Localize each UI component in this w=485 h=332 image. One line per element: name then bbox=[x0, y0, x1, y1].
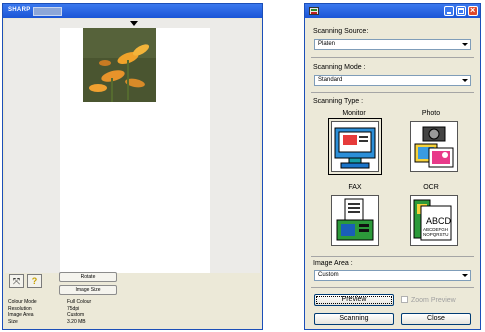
chevron-down-icon bbox=[461, 77, 469, 84]
photo-type-button[interactable] bbox=[410, 121, 458, 172]
fax-icon bbox=[336, 198, 374, 241]
maximize-button[interactable] bbox=[456, 6, 466, 16]
info-label: Size bbox=[8, 318, 18, 325]
fax-caption: FAX bbox=[348, 184, 362, 191]
app-icon bbox=[309, 7, 319, 15]
photo-caption: Photo bbox=[421, 110, 441, 117]
minimize-button[interactable] bbox=[444, 6, 454, 16]
chevron-down-icon bbox=[461, 272, 469, 279]
chevron-down-icon bbox=[461, 41, 469, 48]
scanning-mode-value: Standard bbox=[318, 77, 343, 83]
scanning-source-value: Platen bbox=[318, 41, 336, 47]
monitor-icon bbox=[334, 127, 376, 169]
divider bbox=[311, 287, 474, 288]
divider bbox=[311, 256, 474, 257]
image-area-label: Image Area : bbox=[313, 260, 353, 267]
position-marker-icon bbox=[130, 21, 138, 26]
divider bbox=[311, 57, 474, 58]
scanning-source-label: Scanning Source: bbox=[313, 28, 369, 35]
photo-icon bbox=[414, 126, 454, 168]
maximize-icon bbox=[458, 8, 464, 14]
image-area-value: Custom bbox=[318, 272, 339, 278]
close-window-button[interactable]: × bbox=[468, 5, 478, 16]
monitor-caption: Monitor bbox=[342, 110, 366, 117]
ocr-caption: OCR bbox=[423, 184, 439, 191]
help-icon: ? bbox=[31, 276, 38, 286]
preview-image bbox=[83, 28, 156, 102]
monitor-type-button[interactable] bbox=[328, 118, 382, 175]
help-button[interactable]: ? bbox=[27, 274, 42, 288]
close-icon: × bbox=[470, 5, 476, 15]
close-button[interactable]: Close bbox=[401, 313, 471, 325]
preview-titlebar: SHARP bbox=[3, 4, 262, 18]
image-area-select[interactable]: Custom bbox=[314, 270, 471, 281]
ocr-type-button[interactable]: ABCD ABCDEFGH NOPQRSTU bbox=[410, 195, 458, 246]
preview-window: SHARP ⤧ ? Rotate Image Size Colour Mode … bbox=[2, 3, 263, 330]
settings-titlebar: × bbox=[305, 4, 480, 18]
select-area-button[interactable]: ⤧ bbox=[9, 274, 24, 288]
scanning-mode-label: Scanning Mode : bbox=[313, 64, 366, 71]
info-value: 3.20 MB bbox=[67, 318, 86, 325]
ocr-icon: ABCD ABCDEFGH NOPQRSTU bbox=[413, 199, 452, 241]
divider bbox=[311, 92, 474, 93]
cross-arrows-icon: ⤧ bbox=[12, 276, 21, 286]
title-field bbox=[33, 7, 62, 16]
rotate-button[interactable]: Rotate bbox=[59, 272, 117, 282]
ocr-icon-text: NOPQRSTU bbox=[423, 232, 449, 237]
scanning-button[interactable]: Scanning bbox=[314, 313, 394, 325]
image-size-button[interactable]: Image Size bbox=[59, 285, 117, 295]
minimize-icon bbox=[447, 12, 451, 14]
scan-settings-window: × Scanning Source: Platen Scanning Mode … bbox=[304, 3, 481, 330]
ocr-icon-text: ABCD bbox=[426, 216, 452, 226]
zoom-preview-checkbox[interactable]: Zoom Preview bbox=[401, 296, 456, 304]
preview-button[interactable]: Preview bbox=[314, 294, 394, 306]
zoom-preview-label: Zoom Preview bbox=[411, 297, 456, 304]
scanning-type-label: Scanning Type : bbox=[313, 98, 364, 105]
scanning-mode-select[interactable]: Standard bbox=[314, 75, 471, 86]
checkbox-icon bbox=[401, 296, 408, 303]
fax-type-button[interactable] bbox=[331, 195, 379, 246]
scanning-source-select[interactable]: Platen bbox=[314, 39, 471, 50]
preview-title: SHARP bbox=[8, 7, 31, 13]
